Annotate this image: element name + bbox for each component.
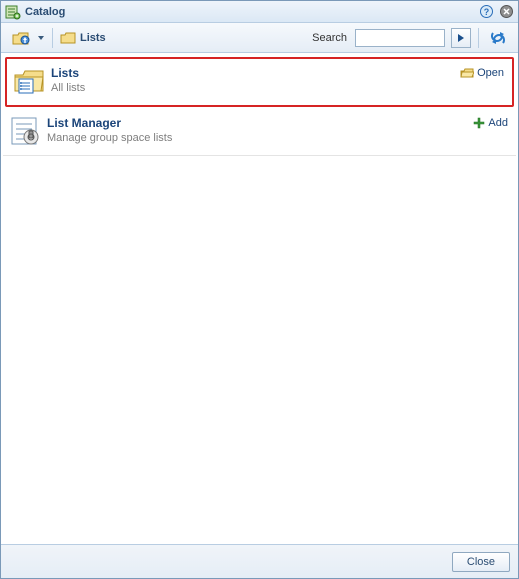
toolbar-separator bbox=[52, 28, 53, 48]
catalog-item-title: Lists bbox=[51, 65, 454, 81]
search-go-button[interactable] bbox=[451, 28, 471, 48]
open-action[interactable]: Open bbox=[460, 65, 504, 79]
folder-icon bbox=[60, 30, 76, 46]
breadcrumb: Lists bbox=[60, 30, 106, 46]
breadcrumb-current[interactable]: Lists bbox=[80, 32, 106, 44]
catalog-item-desc: Manage group space lists bbox=[47, 131, 467, 145]
svg-text:?: ? bbox=[483, 7, 489, 17]
toolbar: Lists Search bbox=[1, 23, 518, 53]
search-input[interactable] bbox=[355, 29, 445, 47]
catalog-item-lists[interactable]: Lists All lists Open bbox=[5, 57, 514, 107]
up-dropdown[interactable] bbox=[37, 27, 45, 49]
close-x-button[interactable] bbox=[498, 4, 514, 20]
catalog-item-desc: All lists bbox=[51, 81, 454, 95]
titlebar: Catalog ? bbox=[1, 1, 518, 23]
help-button[interactable]: ? bbox=[478, 4, 494, 20]
catalog-item-text: List Manager Manage group space lists bbox=[47, 115, 467, 145]
catalog-item-text: Lists All lists bbox=[51, 65, 454, 95]
footer: Close bbox=[1, 544, 518, 578]
add-label: Add bbox=[488, 117, 508, 129]
catalog-icon bbox=[5, 4, 21, 20]
catalog-item-title: List Manager bbox=[47, 115, 467, 131]
dialog-title: Catalog bbox=[25, 6, 474, 18]
folder-list-icon bbox=[13, 65, 45, 97]
catalog-dialog: Catalog ? bbox=[0, 0, 519, 579]
up-button[interactable] bbox=[9, 27, 33, 49]
close-button[interactable]: Close bbox=[452, 552, 510, 572]
toolbar-separator bbox=[478, 28, 479, 48]
open-folder-icon bbox=[460, 67, 474, 79]
add-plus-icon bbox=[473, 117, 485, 129]
search-label: Search bbox=[312, 32, 347, 44]
add-action[interactable]: Add bbox=[473, 115, 508, 129]
content-area: Lists All lists Open bbox=[1, 53, 518, 544]
open-label: Open bbox=[477, 67, 504, 79]
list-manager-icon bbox=[9, 115, 41, 147]
catalog-item-list-manager[interactable]: List Manager Manage group space lists Ad… bbox=[3, 109, 516, 156]
refresh-button[interactable] bbox=[486, 27, 510, 49]
